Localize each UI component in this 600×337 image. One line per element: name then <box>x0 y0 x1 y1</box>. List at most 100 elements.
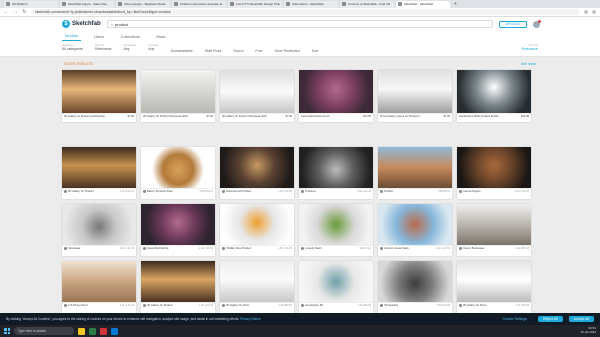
forward-icon[interactable]: → <box>13 9 18 15</box>
model-card[interactable]: Industrial Loft Product 1.4k 1.5k 55 <box>220 147 294 199</box>
check-free[interactable]: Free <box>255 49 262 56</box>
author-avatar[interactable] <box>380 190 383 193</box>
store-card[interactable]: Virtual Gallery Scene for Product 2 $7.99 <box>378 70 452 122</box>
card-title[interactable]: Lowpoly Mesh <box>305 247 358 250</box>
model-card[interactable]: Bakery Products Pack 4.9k 620 14 <box>141 147 215 199</box>
model-thumbnail[interactable] <box>457 261 531 303</box>
card-title[interactable]: 3D Gallery for Product <box>147 304 198 307</box>
card-title[interactable]: Hemisphere 3D <box>305 304 356 307</box>
reload-icon[interactable]: ↻ <box>22 9 27 15</box>
check-sort[interactable]: Sort <box>312 49 318 56</box>
card-title[interactable]: 3D Gallery for Product and Painting <box>64 115 127 118</box>
author-avatar[interactable] <box>143 304 146 307</box>
card-title[interactable]: Interior Bookcases <box>463 247 514 250</box>
model-thumbnail[interactable] <box>378 204 452 246</box>
card-title[interactable]: 3D Gallery for Product <box>68 190 119 193</box>
tab-collections[interactable]: Collections <box>117 34 143 41</box>
model-thumbnail[interactable] <box>141 147 215 189</box>
model-thumbnail[interactable] <box>457 204 531 246</box>
author-avatar[interactable] <box>459 190 462 193</box>
model-card[interactable]: 3D Gallery for Room 1.1k 760 18 <box>457 261 531 313</box>
card-title[interactable]: Turbulent <box>305 190 356 193</box>
tab-models[interactable]: Models <box>62 33 81 41</box>
author-avatar[interactable] <box>222 190 225 193</box>
model-card[interactable]: Streetwear 1.9k 1.1k 34 <box>62 204 136 256</box>
author-avatar[interactable] <box>64 190 67 193</box>
model-thumbnail[interactable] <box>141 204 215 246</box>
model-thumbnail[interactable] <box>141 261 215 303</box>
model-thumbnail[interactable] <box>62 147 136 189</box>
card-title[interactable]: Streetwear <box>68 247 119 250</box>
tab-users[interactable]: Users <box>91 34 107 41</box>
model-thumbnail[interactable] <box>220 204 294 246</box>
avatar[interactable] <box>533 19 541 28</box>
store-card[interactable]: 3D Gallery for Product and Painting $7.99 <box>62 70 136 122</box>
model-thumbnail[interactable] <box>299 204 373 246</box>
author-avatar[interactable] <box>143 190 146 193</box>
model-thumbnail[interactable] <box>457 147 531 189</box>
model-thumbnail[interactable] <box>299 261 373 303</box>
check-staff-picks[interactable]: Staff Picks <box>205 49 221 56</box>
check-downloadable[interactable]: Downloadable <box>171 49 193 56</box>
new-tab-icon[interactable]: + <box>454 1 457 7</box>
author-avatar[interactable] <box>301 190 304 193</box>
browser-tab[interactable]: Connect to Sketchfab - Find 3D <box>340 0 394 8</box>
author-avatar[interactable] <box>301 247 304 250</box>
model-thumbnail[interactable] <box>141 70 215 114</box>
author-avatar[interactable] <box>459 247 462 250</box>
accept-all-button[interactable]: Accept All <box>568 316 594 322</box>
card-title[interactable]: 3D Gallery for Product Showcase 2023 <box>143 115 206 118</box>
model-card[interactable]: Loft Dining Room 1.3k 1.2k 44 <box>62 261 136 313</box>
card-title[interactable]: Bakery Products Pack <box>147 190 198 193</box>
check-sound[interactable]: Sound <box>233 49 243 56</box>
author-avatar[interactable] <box>64 304 67 307</box>
model-card[interactable]: 3D Gallery for Product 1.2k 1.0k 21 <box>141 261 215 313</box>
card-title[interactable]: Carved Dragon <box>463 190 514 193</box>
windows-start-icon[interactable] <box>4 328 10 334</box>
model-card[interactable]: Assembled Mecha 1.4k 1.3k 51 <box>141 204 215 256</box>
author-avatar[interactable] <box>380 304 383 307</box>
filter-sort[interactable]: Sort by Relevance <box>95 43 112 56</box>
model-card[interactable]: Interior Bookcases 1.1k 980 16 <box>457 204 531 256</box>
chrome-icon[interactable] <box>89 327 96 335</box>
author-avatar[interactable] <box>64 247 67 250</box>
author-avatar[interactable] <box>143 247 146 250</box>
model-thumbnail[interactable] <box>457 70 531 114</box>
privacy-notice-link[interactable]: Privacy Notice <box>240 317 260 321</box>
model-card[interactable]: CNHEL Shoe Product 1.5k 1.0k 29 <box>220 204 294 256</box>
author-avatar[interactable] <box>301 304 304 307</box>
card-title[interactable]: Virtual Gallery Scene for Product 2 <box>380 115 443 118</box>
model-card[interactable]: Cartoon House Stack 1.2k 1.1k 53 <box>378 204 452 256</box>
app-icon[interactable] <box>100 327 107 335</box>
model-card[interactable]: Carved Dragon 2.3k 1.1k 70 <box>457 147 531 199</box>
model-card[interactable]: VR Headset 1.0k 910 33 <box>378 261 452 313</box>
search-input[interactable]: ⌕ product <box>106 20 493 28</box>
check-store-restricted[interactable]: Store Restricted <box>275 49 300 56</box>
model-thumbnail[interactable] <box>62 261 136 303</box>
model-thumbnail[interactable] <box>299 147 373 189</box>
browser-tab[interactable]: Submission - Sketchfab <box>284 0 338 8</box>
store-card[interactable]: Assembled Mecha Armor $10.00 <box>299 70 373 122</box>
taskbar-search[interactable]: Type here to search <box>14 327 74 335</box>
card-title[interactable]: Assembled Mecha Armor <box>301 115 362 118</box>
model-thumbnail[interactable] <box>220 70 294 114</box>
model-thumbnail[interactable] <box>299 70 373 114</box>
filter-category[interactable]: Category All categories <box>62 43 83 56</box>
edge-icon[interactable] <box>111 327 118 335</box>
model-thumbnail[interactable] <box>220 147 294 189</box>
see-more-link[interactable]: See more <box>521 62 536 66</box>
card-title[interactable]: Cartoon House Stack <box>384 247 435 250</box>
store-card[interactable]: 3D Gallery for Product Showcase 2023 $7.9… <box>220 70 294 122</box>
author-avatar[interactable] <box>380 247 383 250</box>
browser-tab[interactable]: Sketchfab - Sketchfab <box>396 0 450 8</box>
card-title[interactable]: Hexahedron White Product Exhibit <box>459 115 520 118</box>
card-title[interactable]: Product <box>384 190 437 193</box>
model-thumbnail[interactable] <box>62 204 136 246</box>
filter-animated[interactable]: Animated Any <box>124 43 137 56</box>
profile-icon[interactable] <box>592 10 596 14</box>
store-card[interactable]: Hexahedron White Product Exhibit $12.99 <box>457 70 531 122</box>
browser-tab[interactable]: Sketchfab Figure - Sales Res <box>60 0 114 8</box>
store-card[interactable]: 3D Gallery for Product Showcase 2023 $7.9… <box>141 70 215 122</box>
filter-license[interactable]: License Any <box>148 43 158 56</box>
author-avatar[interactable] <box>222 247 225 250</box>
